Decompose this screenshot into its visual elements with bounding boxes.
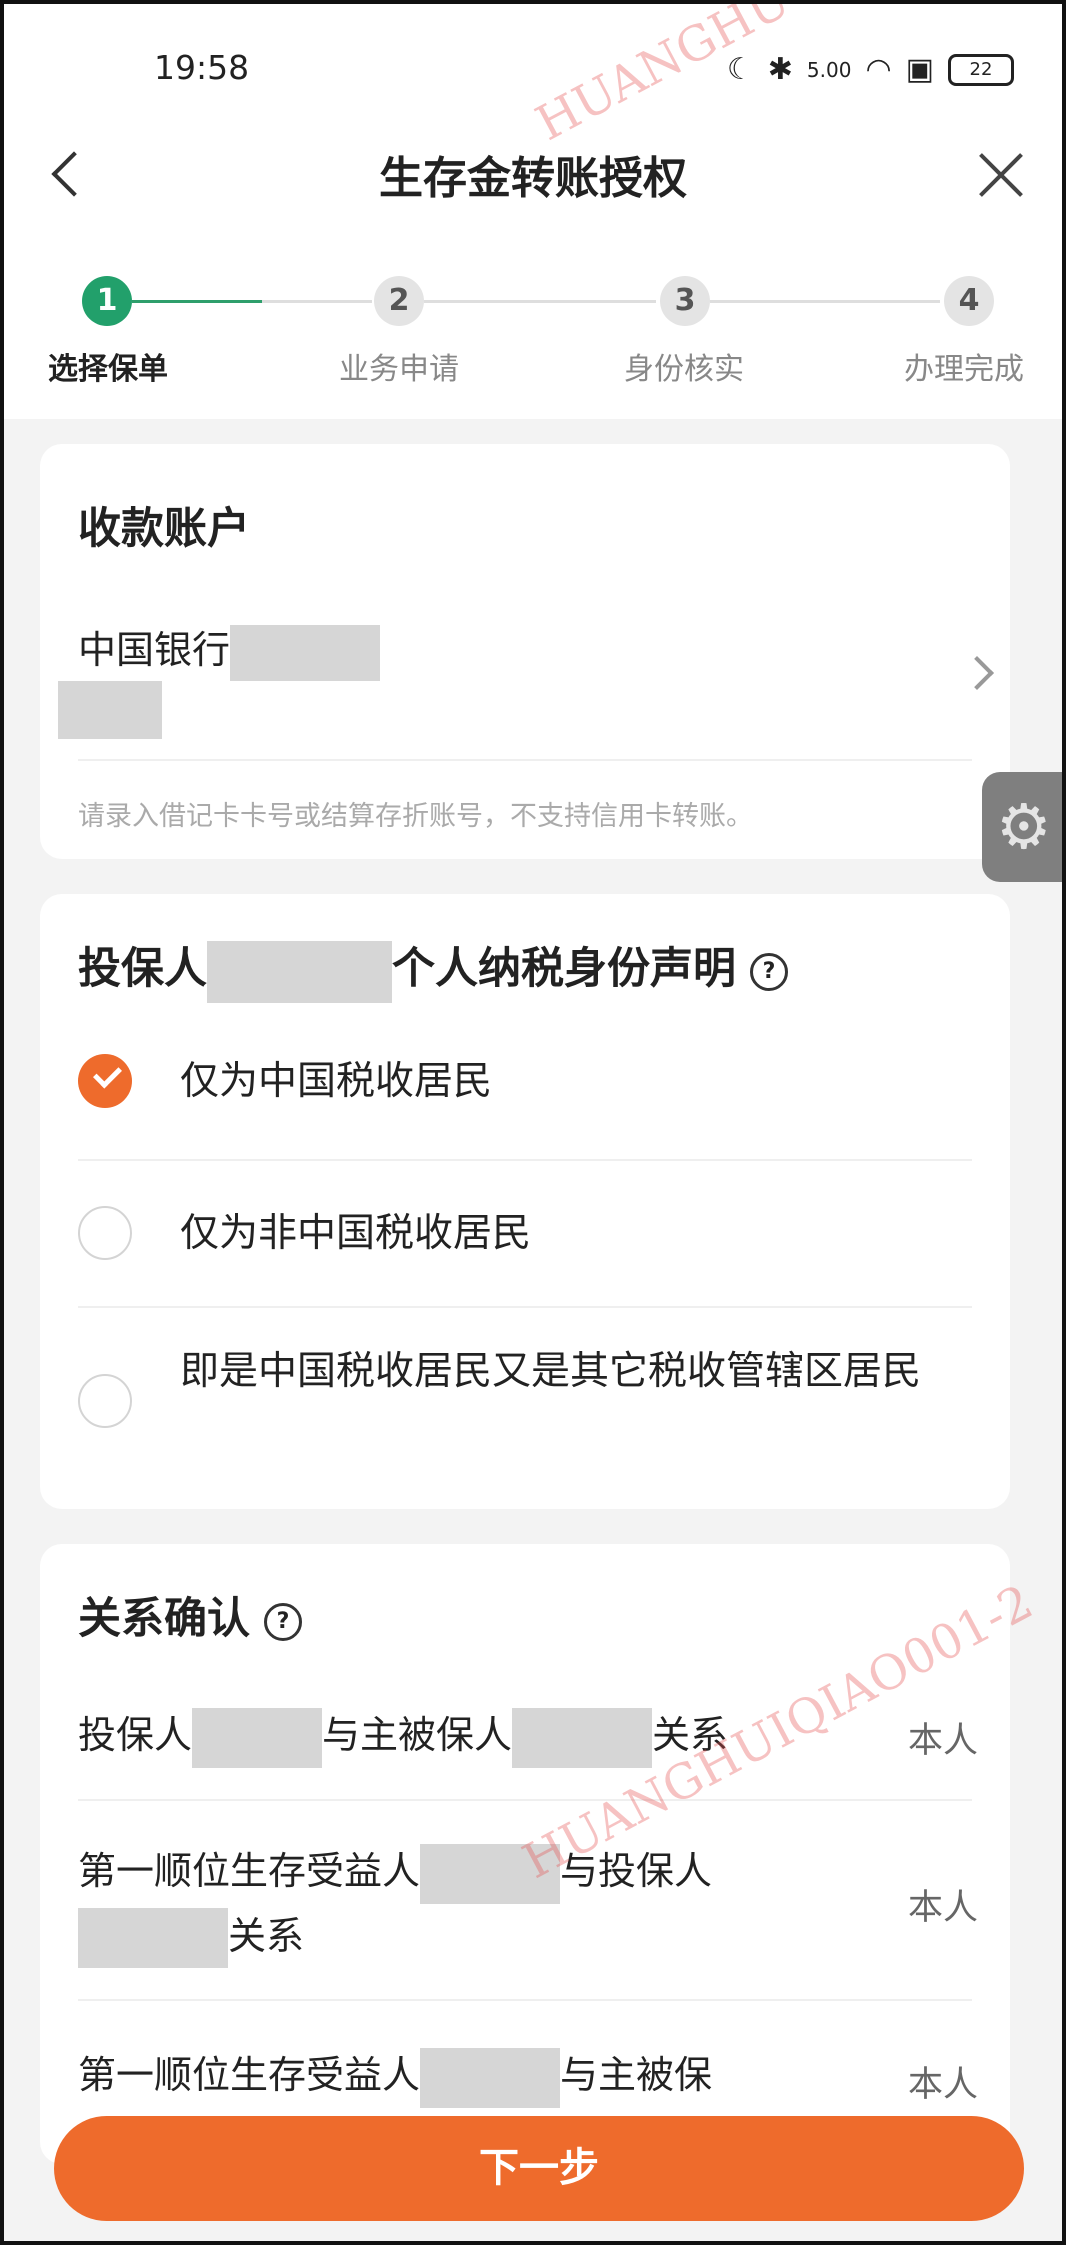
- step-line-1b: [262, 300, 372, 303]
- moon-icon: ☾: [726, 52, 754, 87]
- bank-name: 中国银行: [78, 628, 231, 672]
- masked-name: [420, 2047, 561, 2108]
- step-4-label: 办理完成: [904, 352, 1024, 387]
- status-icons: ☾ ✱ 5.00 ◠ ▣ 22: [727, 52, 1014, 87]
- divider: [78, 759, 972, 761]
- help-icon[interactable]: ?: [750, 952, 788, 991]
- divider: [78, 1306, 972, 1308]
- network-speed: 5.00: [806, 57, 852, 82]
- battery-icon: 22: [948, 53, 1014, 86]
- relation-value-2: 本人: [907, 1888, 978, 1928]
- status-time: 19:58: [154, 48, 250, 87]
- tax-card-title: 投保人 个人纳税身份声明?: [78, 934, 788, 1003]
- divider: [78, 1799, 972, 1801]
- radio-tax-non-china[interactable]: [78, 1206, 132, 1260]
- step-1-circle: 1: [82, 276, 132, 326]
- header-area: 19:58 ☾ ✱ 5.00 ◠ ▣ 22 生存金转账授权 1 2 3 4 选择…: [4, 4, 1062, 419]
- settings-float-icon[interactable]: [982, 772, 1062, 882]
- option-label-1[interactable]: 仅为中国税收居民: [180, 1054, 492, 1110]
- radio-tax-china-only[interactable]: [78, 1054, 132, 1108]
- masked-name: [207, 940, 392, 1003]
- bluetooth-icon: ✱: [767, 52, 793, 87]
- step-line-3: [710, 300, 940, 303]
- radio-tax-both[interactable]: [78, 1374, 132, 1428]
- relation-row-1[interactable]: 投保人 与主被保人 关系 本人: [78, 1694, 978, 1784]
- step-2-circle: 2: [374, 276, 424, 326]
- masked-account-2: [58, 681, 162, 739]
- divider: [78, 1159, 972, 1161]
- step-line-2: [424, 300, 656, 303]
- step-1-label: 选择保单: [48, 352, 168, 387]
- step-line-1: [132, 300, 262, 303]
- wifi-icon: ◠: [865, 52, 892, 87]
- step-3-label: 身份核实: [624, 352, 744, 387]
- chevron-right-icon: [960, 656, 994, 690]
- account-card-title: 收款账户: [78, 504, 250, 554]
- divider: [78, 1999, 972, 2001]
- masked-name: [512, 1707, 653, 1768]
- next-step-button[interactable]: 下一步: [54, 2116, 1024, 2221]
- screen-icon: ▣: [905, 52, 934, 87]
- status-bar: 19:58 ☾ ✱ 5.00 ◠ ▣ 22: [4, 40, 1062, 100]
- close-icon[interactable]: [976, 150, 1026, 200]
- page-title: 生存金转账授权: [379, 153, 687, 204]
- relationship-card: 关系确认? 投保人 与主被保人 关系 本人 第一顺位生存受益人 与投保人 关系 本人 第…: [40, 1544, 1010, 2164]
- masked-account: [230, 624, 381, 681]
- help-icon[interactable]: ?: [264, 1602, 302, 1641]
- relation-row-2[interactable]: 第一顺位生存受益人 与投保人 关系 本人: [78, 1829, 978, 1979]
- nav-bar: 生存金转账授权: [4, 134, 1062, 224]
- relationship-card-title: 关系确认?: [78, 1584, 302, 1646]
- account-hint: 请录入借记卡卡号或结算存折账号，不支持信用卡转账。: [78, 801, 753, 832]
- relation-value-1: 本人: [907, 1721, 978, 1761]
- relation-value-3: 本人: [907, 2065, 978, 2105]
- masked-name: [420, 1843, 561, 1904]
- masked-name: [78, 1908, 228, 1968]
- step-2-label: 业务申请: [339, 352, 459, 387]
- account-card: 收款账户 中国银行 请录入借记卡卡号或结算存折账号，不支持信用卡转账。: [40, 444, 1010, 859]
- progress-steps: 1 2 3 4 选择保单 业务申请 身份核实 办理完成: [4, 274, 1062, 404]
- relation-row-3[interactable]: 第一顺位生存受益人 与主被保 本人: [78, 2034, 978, 2124]
- phone-frame: 19:58 ☾ ✱ 5.00 ◠ ▣ 22 生存金转账授权 1 2 3 4 选择…: [0, 0, 1066, 2245]
- bank-account-row[interactable]: 中国银行: [40, 609, 1010, 749]
- option-label-3[interactable]: 即是中国税收居民又是其它税收管辖区居民: [180, 1344, 960, 1400]
- tax-declaration-card: 投保人 个人纳税身份声明? 仅为中国税收居民 仅为非中国税收居民 即是中国税收居民…: [40, 894, 1010, 1509]
- step-3-circle: 3: [660, 276, 710, 326]
- masked-name: [192, 1707, 323, 1768]
- option-label-2[interactable]: 仅为非中国税收居民: [180, 1206, 531, 1262]
- step-4-circle: 4: [944, 276, 994, 326]
